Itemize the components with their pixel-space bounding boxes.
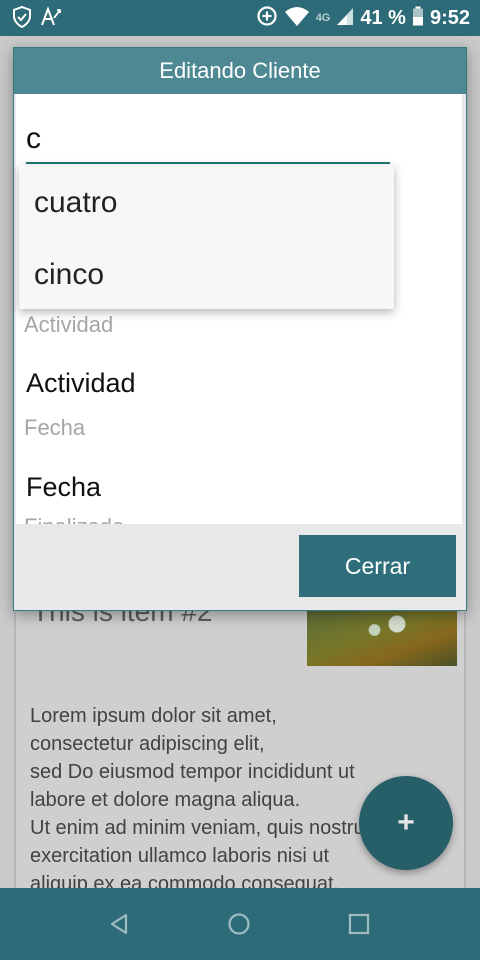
activity-label: Actividad bbox=[24, 312, 114, 337]
back-icon[interactable] bbox=[103, 908, 135, 940]
close-button[interactable]: Cerrar bbox=[299, 535, 456, 597]
data-saver-icon bbox=[256, 5, 278, 32]
home-icon[interactable] bbox=[223, 908, 255, 940]
client-name-input[interactable]: c bbox=[26, 114, 390, 164]
dropdown-option-cuatro[interactable]: cuatro bbox=[19, 167, 394, 239]
status-right-icons: 4G 41 % 9:52 bbox=[256, 4, 470, 32]
clock: 9:52 bbox=[429, 6, 470, 29]
dialog-header: Editando Cliente bbox=[14, 48, 466, 94]
input-value: c bbox=[26, 122, 41, 155]
dialog-title: Editando Cliente bbox=[159, 58, 321, 83]
input-underline bbox=[26, 162, 390, 164]
dialog-footer: Cerrar bbox=[14, 524, 466, 610]
font-icon bbox=[40, 6, 64, 33]
battery-icon bbox=[412, 6, 424, 31]
battery-percent: 41 % bbox=[360, 6, 406, 29]
edit-client-dialog: Editando Cliente c Actividad Actividad F… bbox=[13, 47, 467, 611]
network-type: 4G bbox=[315, 12, 331, 24]
signal-icon bbox=[336, 6, 354, 31]
dropdown-option-cinco[interactable]: cinco bbox=[19, 239, 394, 311]
status-left-icons bbox=[12, 5, 64, 33]
finalized-label: Finalizado bbox=[24, 514, 124, 524]
date-field[interactable]: Fecha bbox=[26, 472, 101, 503]
shield-icon bbox=[12, 5, 32, 33]
wifi-icon bbox=[284, 5, 310, 32]
recents-icon[interactable] bbox=[343, 908, 375, 940]
activity-field[interactable]: Actividad bbox=[26, 368, 136, 399]
plus-icon: + bbox=[397, 806, 415, 839]
navigation-bar bbox=[0, 888, 480, 960]
autocomplete-dropdown: cuatro cinco bbox=[19, 165, 394, 309]
date-label: Fecha bbox=[24, 415, 86, 440]
add-fab-button[interactable]: + bbox=[359, 776, 453, 870]
status-bar: 4G 41 % 9:52 bbox=[0, 0, 480, 36]
